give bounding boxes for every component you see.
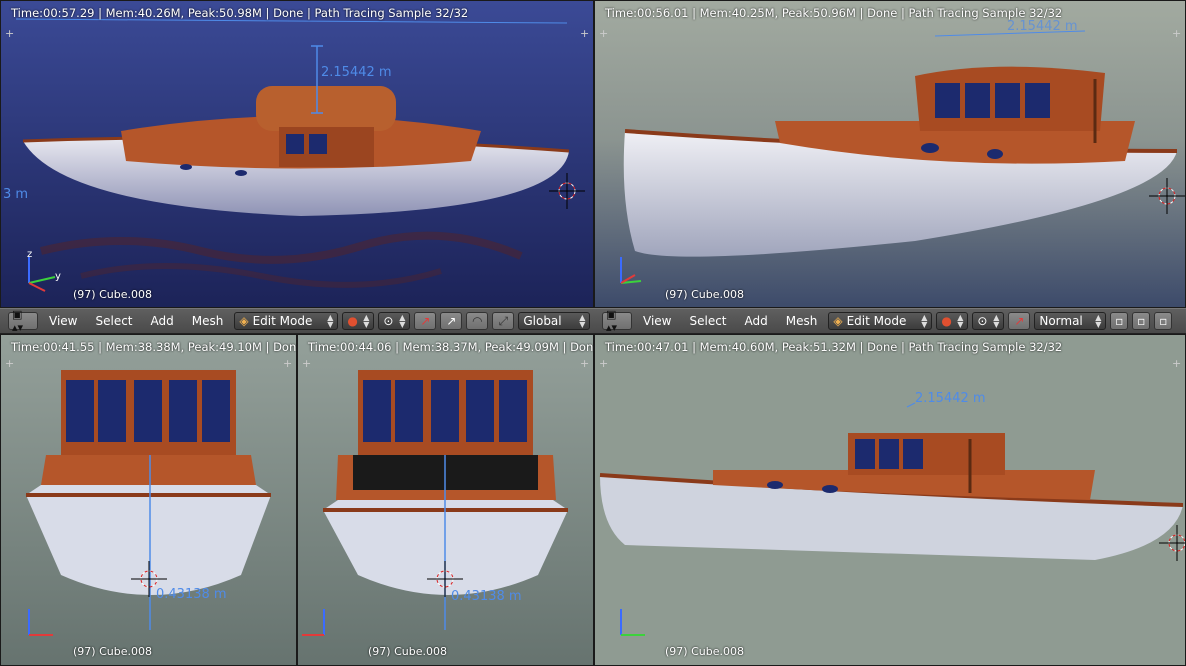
edit-mode-icon: ◈ <box>833 314 843 328</box>
shading-sphere-icon: ● <box>941 314 952 328</box>
translate-manipulator-icon[interactable]: ↗ <box>440 312 463 330</box>
shading-select[interactable]: ● ▲ ▼ <box>342 312 375 330</box>
dimension-label: 2.15442 m <box>915 391 986 406</box>
axis-gizmo-icon <box>620 257 642 284</box>
render-status: Time:00:47.01 | Mem:40.60M, Peak:51.32M … <box>605 340 1063 354</box>
pivot-icon: ⊙ <box>383 314 394 328</box>
active-object-label: (97) Cube.008 <box>665 288 744 301</box>
area-split-icon[interactable]: + <box>599 28 608 39</box>
menu-mesh[interactable]: Mesh <box>779 314 825 328</box>
menu-view[interactable]: View <box>42 314 84 328</box>
mode-select[interactable]: ◈ Edit Mode ▲ ▼ <box>234 312 339 330</box>
dimension-label: 0.43138 m <box>451 589 522 604</box>
menu-add[interactable]: Add <box>144 314 181 328</box>
editor-type-button[interactable]: ▣ ▴▾ <box>8 308 38 334</box>
viewport-header-left: ▣ ▴▾ View Select Add Mesh ◈ Edit Mode ▲ ▼… <box>0 308 594 334</box>
menu-mesh[interactable]: Mesh <box>185 314 231 328</box>
pivot-select[interactable]: ⊙ ▲ ▼ <box>972 312 1005 330</box>
render-status: Time:00:44.06 | Mem:38.37M, Peak:49.09M … <box>308 340 594 354</box>
axis-gizmo-icon <box>28 609 53 636</box>
dimension-label: 0.43138 m <box>156 587 227 602</box>
mode-select-value: Edit Mode <box>846 314 907 328</box>
transform-orientation-select[interactable]: Global ▲ ▼ <box>518 312 591 330</box>
dimension-label: 2.15442 m <box>1007 19 1078 34</box>
render-boat-perspective <box>595 1 1185 307</box>
rotate-manipulator-icon[interactable]: ◠ <box>466 312 489 330</box>
menu-select[interactable]: Select <box>682 314 733 328</box>
render-status: Time:00:56.01 | Mem:40.25M, Peak:50.96M … <box>605 6 1063 20</box>
scale-manipulator-icon[interactable]: ⤢ <box>492 312 515 330</box>
viewport-header-right: ▣ ▴▾ View Select Add Mesh ◈ Edit Mode ▲ ▼… <box>594 308 1186 334</box>
active-object-label: (97) Cube.008 <box>665 645 744 658</box>
menu-select[interactable]: Select <box>88 314 139 328</box>
viewport-bottom-left[interactable]: Time:00:41.55 | Mem:38.38M, Peak:49.10M … <box>0 334 297 666</box>
viewport-top-left[interactable]: Time:00:57.29 | Mem:40.26M, Peak:50.98M … <box>0 0 594 308</box>
axis-y-label: y <box>55 271 61 282</box>
axis-gizmo-icon: z y <box>27 251 61 292</box>
axis-gizmo-icon <box>620 609 645 636</box>
area-split-icon[interactable]: + <box>580 358 589 369</box>
mode-select-value: Edit Mode <box>252 314 313 328</box>
viewport-top-right[interactable]: Time:00:56.01 | Mem:40.25M, Peak:50.96M … <box>594 0 1186 308</box>
area-split-icon[interactable]: + <box>580 28 589 39</box>
manipulator-toggle-icon[interactable]: ↗ <box>414 312 437 330</box>
dimension-label-side: 3 m <box>3 187 29 202</box>
transform-orientation-select[interactable]: Normal ▲ ▼ <box>1034 312 1107 330</box>
layer-cube-icon-2[interactable]: ▫ <box>1132 312 1151 330</box>
area-split-icon[interactable]: + <box>5 28 14 39</box>
active-object-label: (97) Cube.008 <box>368 645 447 658</box>
area-split-icon[interactable]: + <box>283 358 292 369</box>
active-object-label: (97) Cube.008 <box>73 645 152 658</box>
shading-select[interactable]: ● ▲ ▼ <box>936 312 969 330</box>
layer-cube-icon-3[interactable]: ▫ <box>1154 312 1173 330</box>
editor-type-button[interactable]: ▣ ▴▾ <box>602 308 632 334</box>
axis-gizmo-icon <box>302 609 325 636</box>
render-status: Time:00:57.29 | Mem:40.26M, Peak:50.98M … <box>11 6 469 20</box>
orientation-value: Global <box>523 314 562 328</box>
area-split-icon[interactable]: + <box>1172 358 1181 369</box>
menu-add[interactable]: Add <box>738 314 775 328</box>
pivot-icon: ⊙ <box>977 314 988 328</box>
shading-sphere-icon: ● <box>347 314 358 328</box>
area-split-icon[interactable]: + <box>599 358 608 369</box>
area-split-icon[interactable]: + <box>302 358 311 369</box>
dimension-label: 2.15442 m <box>321 65 392 80</box>
pivot-select[interactable]: ⊙ ▲ ▼ <box>378 312 411 330</box>
mode-select[interactable]: ◈ Edit Mode ▲ ▼ <box>828 312 933 330</box>
orientation-value: Normal <box>1039 314 1083 328</box>
manipulator-toggle-icon[interactable]: ↗ <box>1008 312 1031 330</box>
render-boat-3q-view <box>1 1 593 307</box>
render-boat-side-view <box>595 335 1185 665</box>
active-object-label: (97) Cube.008 <box>73 288 152 301</box>
menu-view[interactable]: View <box>636 314 678 328</box>
layer-cube-icon[interactable]: ▫ <box>1110 312 1129 330</box>
viewport-bottom-right[interactable]: Time:00:47.01 | Mem:40.60M, Peak:51.32M … <box>594 334 1186 666</box>
viewport-bottom-middle[interactable]: Time:00:44.06 | Mem:38.37M, Peak:49.09M … <box>297 334 594 666</box>
area-split-icon[interactable]: + <box>1172 28 1181 39</box>
render-status: Time:00:41.55 | Mem:38.38M, Peak:49.10M … <box>11 340 297 354</box>
edit-mode-icon: ◈ <box>239 314 249 328</box>
axis-z-label: z <box>27 251 32 260</box>
area-split-icon[interactable]: + <box>5 358 14 369</box>
